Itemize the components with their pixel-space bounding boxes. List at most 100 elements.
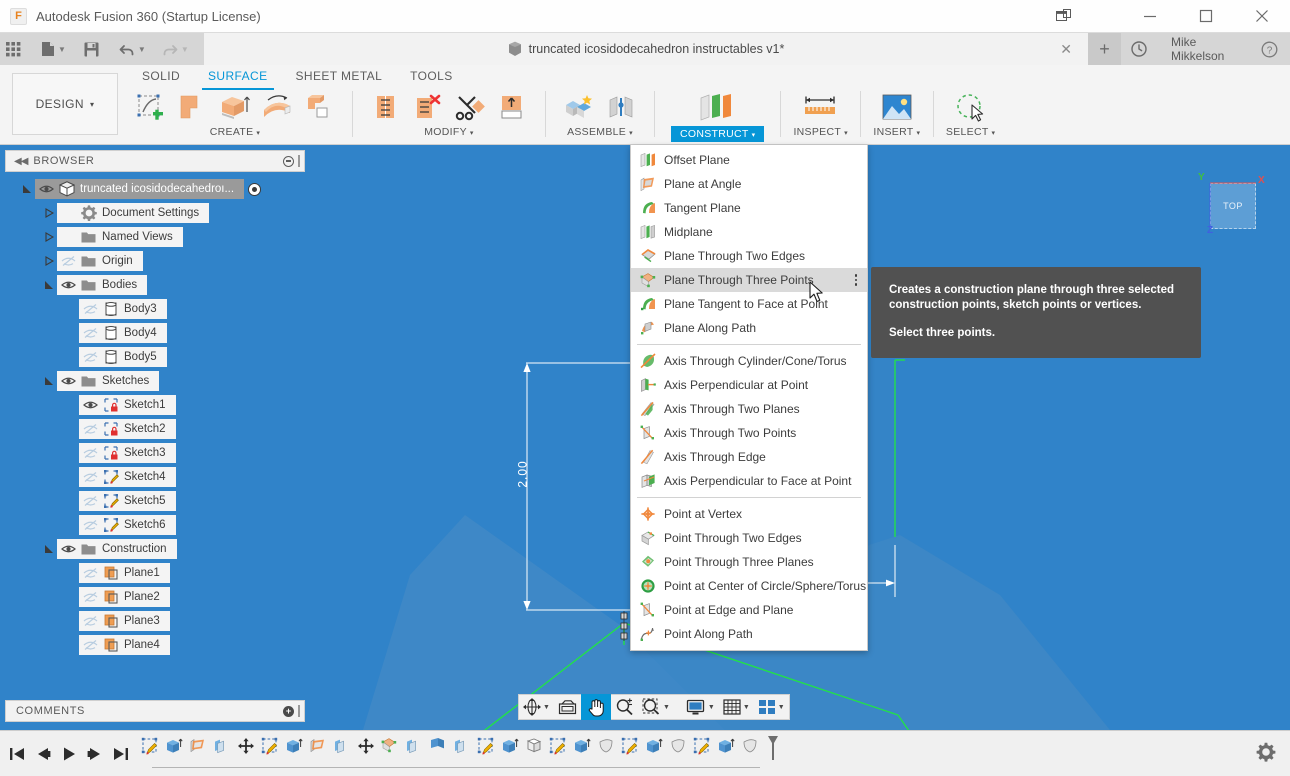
twisty-collapsed-icon[interactable]	[41, 249, 57, 273]
help-button[interactable]: ?	[1257, 33, 1290, 65]
timeline-end-marker[interactable]	[766, 735, 780, 764]
twisty-expanded-icon[interactable]	[41, 369, 57, 393]
timeline-feature-node[interactable]	[138, 737, 162, 771]
eye-hidden-icon[interactable]	[83, 566, 98, 580]
undo-button[interactable]: ▼	[113, 33, 152, 65]
timeline-feature-node[interactable]	[354, 737, 378, 771]
tree-node[interactable]: Named Views	[5, 225, 305, 249]
menu-item-point-through-two-edges[interactable]: Point Through Two Edges	[631, 526, 867, 550]
menu-item-plane-through-three-points[interactable]: Plane Through Three Points	[631, 268, 867, 292]
ribbon-group-label-insert[interactable]: INSERT ▾	[873, 126, 920, 138]
timeline-feature-node[interactable]	[306, 737, 330, 771]
tree-node-chip[interactable]: Plane3	[79, 611, 170, 631]
tree-node-chip[interactable]: Origin	[57, 251, 143, 271]
eye-visible-icon[interactable]	[61, 374, 76, 388]
new-document-tab-button[interactable]: +	[1088, 33, 1121, 65]
timeline-feature-node[interactable]	[258, 737, 282, 771]
tree-node-chip[interactable]: Plane4	[79, 635, 170, 655]
construct-dropdown-menu[interactable]: Offset Plane Plane at Angle Tangent Plane M…	[630, 145, 868, 651]
eye-visible-icon[interactable]	[61, 542, 76, 556]
menu-item-point-at-center-of-circle-sphere-torus[interactable]: Point at Center of Circle/Sphere/Torus	[631, 574, 867, 598]
tree-node[interactable]: Body4	[5, 321, 305, 345]
panel-resize-grip[interactable]	[298, 705, 300, 717]
add-comment-icon[interactable]: +	[283, 705, 294, 717]
tab-surface[interactable]: SURFACE	[194, 67, 281, 90]
sweep-button[interactable]	[298, 91, 340, 125]
maximize-button[interactable]	[1178, 0, 1234, 32]
timeline-feature-node[interactable]	[282, 737, 306, 771]
minimize-button[interactable]	[1122, 0, 1178, 32]
document-tab-close-button[interactable]: ✕	[1060, 33, 1072, 65]
ribbon-group-label-select[interactable]: SELECT ▾	[946, 126, 995, 138]
tree-node[interactable]: Origin	[5, 249, 305, 273]
minimize-panel-icon[interactable]	[283, 155, 294, 167]
eye-hidden-icon[interactable]	[83, 518, 98, 532]
tree-node-chip[interactable]: Sketch3	[79, 443, 176, 463]
tree-node-chip[interactable]: Sketch4	[79, 467, 176, 487]
menu-item-axis-through-cylinder-cone-torus[interactable]: Axis Through Cylinder/Cone/Torus	[631, 349, 867, 373]
revolve-button[interactable]	[256, 91, 298, 125]
menu-item-overflow-icon[interactable]	[854, 268, 857, 292]
tree-node[interactable]: Sketch2	[5, 417, 305, 441]
extrude-button[interactable]	[214, 91, 256, 125]
timeline-feature-node[interactable]	[426, 737, 450, 771]
tree-node[interactable]: Bodies	[5, 273, 305, 297]
new-file-button[interactable]: ▼	[35, 33, 72, 65]
menu-item-plane-at-angle[interactable]: Plane at Angle	[631, 172, 867, 196]
ribbon-group-label-construct[interactable]: CONSTRUCT ▾	[671, 126, 765, 142]
timeline-feature-node[interactable]	[402, 737, 426, 771]
tree-node-chip[interactable]: Sketch1	[79, 395, 176, 415]
timeline-feature-node[interactable]	[234, 737, 258, 771]
joint-button[interactable]	[600, 91, 642, 125]
ribbon-group-label-create[interactable]: CREATE ▾	[210, 126, 260, 138]
menu-item-plane-tangent-to-face-at-point[interactable]: Plane Tangent to Face at Point	[631, 292, 867, 316]
tree-node-chip[interactable]: Sketch6	[79, 515, 176, 535]
timeline-feature-node[interactable]	[450, 737, 474, 771]
eye-hidden-icon[interactable]	[61, 254, 76, 268]
trim-button[interactable]	[449, 91, 491, 125]
eye-hidden-icon[interactable]	[83, 326, 98, 340]
tree-node[interactable]: Sketch4	[5, 465, 305, 489]
timeline-feature-node[interactable]	[378, 737, 402, 771]
menu-item-point-at-edge-and-plane[interactable]: Point at Edge and Plane	[631, 598, 867, 622]
user-name[interactable]: Mike Mikkelson	[1157, 35, 1257, 63]
viewports-button[interactable]: ▼	[754, 694, 789, 720]
timeline-feature-node[interactable]	[210, 737, 234, 771]
app-grid-button[interactable]	[0, 33, 27, 65]
menu-item-midplane[interactable]: Midplane	[631, 220, 867, 244]
tree-node[interactable]: Sketches	[5, 369, 305, 393]
tab-tools[interactable]: TOOLS	[396, 67, 466, 89]
tree-node[interactable]: Body5	[5, 345, 305, 369]
tree-node[interactable]: Sketch3	[5, 441, 305, 465]
chevron-down-icon[interactable]: ▼	[743, 704, 750, 711]
timeline-feature-node[interactable]	[162, 737, 186, 771]
tree-node[interactable]: Plane1	[5, 561, 305, 585]
menu-item-tangent-plane[interactable]: Tangent Plane	[631, 196, 867, 220]
save-button[interactable]	[78, 33, 105, 65]
zoom-button[interactable]	[611, 694, 638, 720]
tree-node-chip[interactable]: truncated icosidodecahedroı...	[35, 179, 245, 199]
dimension-value[interactable]: 2.00	[516, 460, 530, 487]
measure-button[interactable]	[796, 91, 846, 125]
step-forward-button[interactable]	[84, 741, 106, 767]
eye-hidden-icon[interactable]	[83, 302, 98, 316]
menu-item-axis-perpendicular-to-face-at-point[interactable]: Axis Perpendicular to Face at Point	[631, 469, 867, 493]
tree-node-chip[interactable]: Bodies	[57, 275, 148, 295]
unstitch-button[interactable]	[407, 91, 449, 125]
eye-visible-icon[interactable]	[39, 182, 54, 196]
twisty-expanded-icon[interactable]	[41, 537, 57, 561]
redo-button[interactable]: ▼	[156, 33, 195, 65]
timeline-feature-node[interactable]	[666, 737, 690, 771]
view-cube[interactable]: TOP Y X Z	[1194, 167, 1268, 241]
tree-node[interactable]: Sketch5	[5, 489, 305, 513]
eye-hidden-icon[interactable]	[83, 422, 98, 436]
look-at-button[interactable]	[554, 694, 581, 720]
tree-node[interactable]: Plane4	[5, 633, 305, 657]
tree-node-chip[interactable]: Construction	[57, 539, 177, 559]
menu-item-axis-through-edge[interactable]: Axis Through Edge	[631, 445, 867, 469]
collapse-browser-icon[interactable]: ◀◀	[6, 156, 33, 167]
twisty-expanded-icon[interactable]	[19, 177, 35, 201]
menu-item-point-at-vertex[interactable]: Point at Vertex	[631, 502, 867, 526]
ribbon-group-label-modify[interactable]: MODIFY ▾	[424, 126, 473, 138]
pan-button[interactable]	[580, 694, 611, 720]
